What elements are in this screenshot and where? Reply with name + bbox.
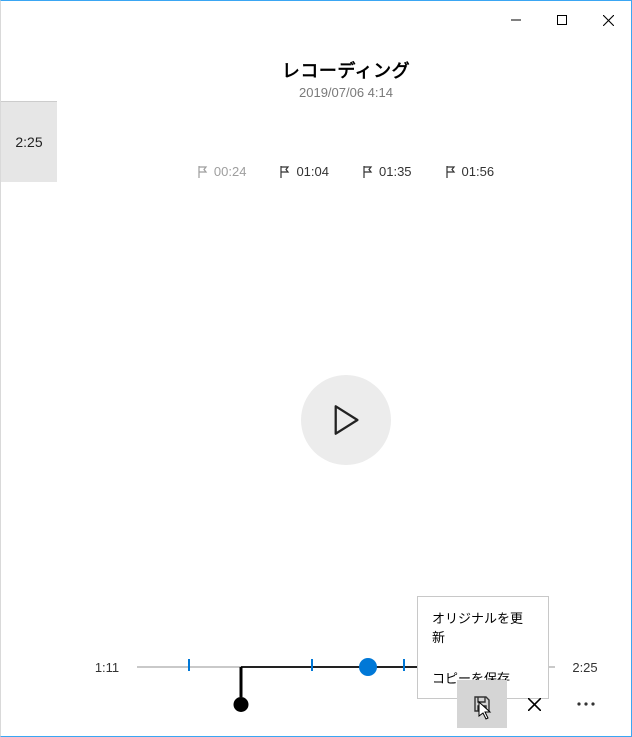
flag-icon [446,166,457,178]
timeline-tick [403,659,405,671]
timeline-playhead[interactable] [359,658,377,676]
marker-label: 01:04 [296,164,329,179]
timeline-trim-start-handle[interactable] [233,697,248,712]
play-area [301,375,391,465]
recording-list-sidebar: 2:25 [1,101,57,182]
marker-label: 00:24 [214,164,247,179]
recording-thumbnail[interactable]: 2:25 [1,102,57,182]
maximize-button[interactable] [539,2,585,38]
close-icon [528,698,541,711]
flag-icon [280,166,291,178]
marker-item[interactable]: 01:56 [446,164,495,179]
minimize-button[interactable] [493,2,539,38]
cancel-button[interactable] [509,680,559,728]
marker-item[interactable]: 00:24 [198,164,247,179]
save-button[interactable] [457,680,507,728]
marker-item[interactable]: 01:35 [363,164,412,179]
ellipsis-icon [577,702,595,706]
close-button[interactable] [585,2,631,38]
play-icon [332,404,360,436]
bottom-toolbar [457,680,611,728]
recording-header: レコーディング 2019/07/06 4:14 [61,57,631,100]
marker-label: 01:35 [379,164,412,179]
markers-row: 00:24 01:04 01:35 01:56 [61,164,631,179]
timeline-end-label: 2:25 [565,660,605,675]
play-button[interactable] [301,375,391,465]
flag-icon [363,166,374,178]
timeline-start-label: 1:11 [87,660,127,675]
titlebar [493,1,631,39]
more-button[interactable] [561,680,611,728]
timeline-tick [311,659,313,671]
recording-title: レコーディング [61,57,631,83]
timeline-tick [188,659,190,671]
popup-item-update-original[interactable]: オリジナルを更新 [418,597,548,657]
flag-icon [198,166,209,178]
thumbnail-duration: 2:25 [15,134,42,150]
marker-item[interactable]: 01:04 [280,164,329,179]
save-icon [473,695,491,713]
app-window: 2:25 レコーディング 2019/07/06 4:14 00:24 01:04 [0,0,632,737]
marker-label: 01:56 [462,164,495,179]
recording-date: 2019/07/06 4:14 [61,85,631,100]
timeline-trim-start-stem [239,667,242,697]
